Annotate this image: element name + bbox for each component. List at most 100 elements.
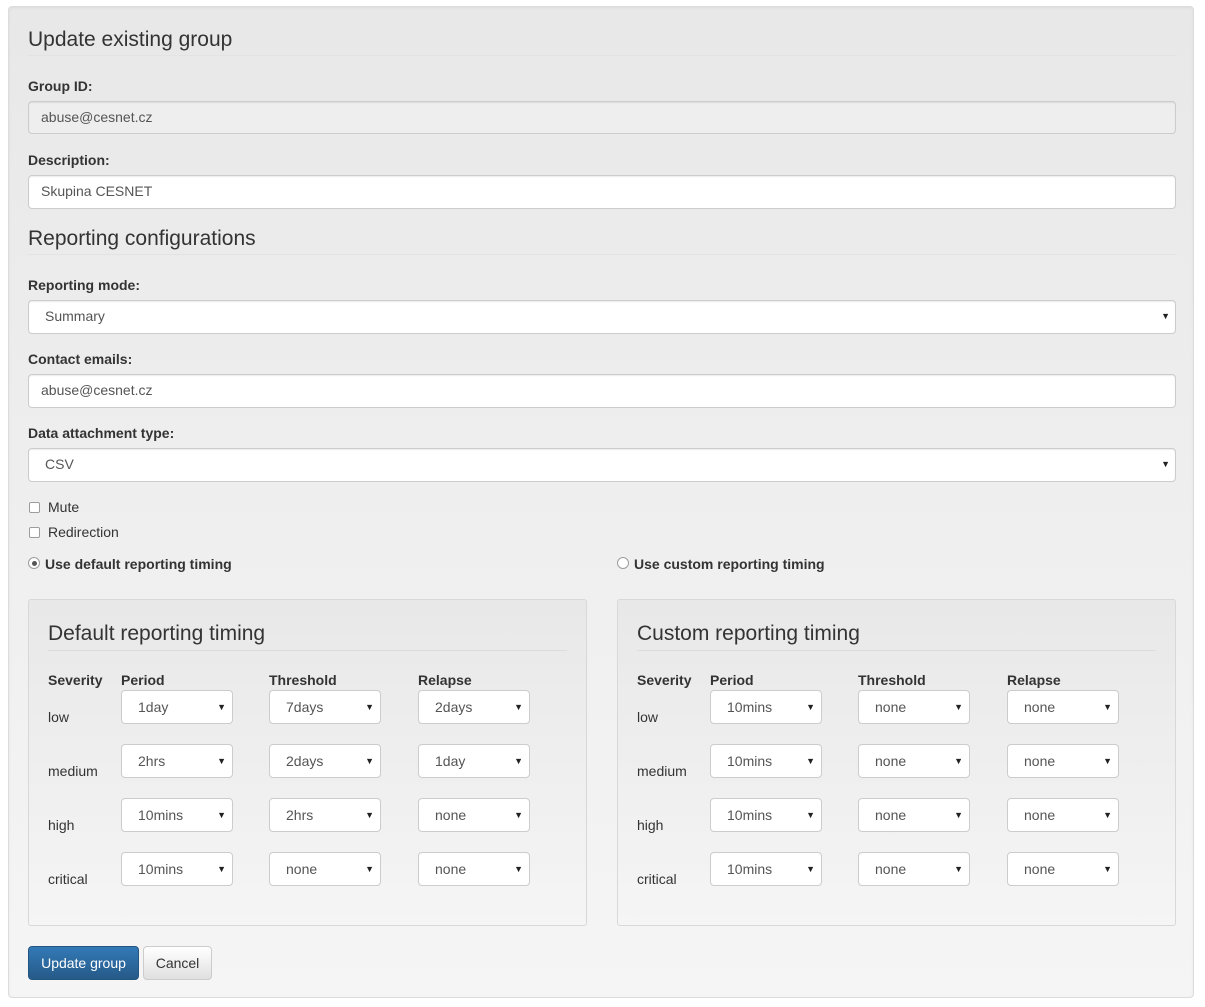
default-threshold-value: 2days bbox=[286, 753, 324, 769]
custom-period-select-low[interactable]: 10mins ▼ bbox=[710, 690, 822, 724]
default-relapse-select-medium[interactable]: 1day ▼ bbox=[418, 744, 530, 778]
custom-timing-radio[interactable] bbox=[617, 557, 629, 569]
custom-relapse-value: none bbox=[1024, 699, 1056, 715]
custom-threshold-select-low[interactable]: none ▼ bbox=[858, 690, 970, 724]
default-threshold-value: 2hrs bbox=[286, 807, 314, 823]
caret-down-icon: ▼ bbox=[1103, 864, 1112, 874]
caret-down-icon: ▼ bbox=[217, 864, 226, 874]
default-timing-title: Default reporting timing bbox=[48, 622, 266, 645]
caret-down-icon: ▼ bbox=[954, 864, 963, 874]
custom-relapse-value: none bbox=[1024, 861, 1056, 877]
custom-relapse-value: none bbox=[1024, 807, 1056, 823]
page-title: Update existing group bbox=[28, 28, 233, 51]
caret-down-icon: ▼ bbox=[806, 864, 815, 874]
custom-severity-critical: critical bbox=[637, 871, 677, 887]
default-threshold-select-low[interactable]: 7days ▼ bbox=[269, 690, 381, 724]
caret-down-icon: ▼ bbox=[806, 756, 815, 766]
custom-period-select-critical[interactable]: 10mins ▼ bbox=[710, 852, 822, 886]
redirection-label: Redirection bbox=[48, 524, 119, 540]
title-divider bbox=[28, 55, 1176, 56]
caret-down-icon: ▼ bbox=[365, 810, 374, 820]
custom-threshold-select-critical[interactable]: none ▼ bbox=[858, 852, 970, 886]
custom-period-select-medium[interactable]: 10mins ▼ bbox=[710, 744, 822, 778]
custom-threshold-select-medium[interactable]: none ▼ bbox=[858, 744, 970, 778]
reporting-mode-value: Summary bbox=[45, 308, 105, 324]
redirection-checkbox[interactable] bbox=[29, 527, 40, 538]
caret-down-icon: ▼ bbox=[1161, 459, 1170, 469]
custom-relapse-select-high[interactable]: none ▼ bbox=[1007, 798, 1119, 832]
contact-emails-field[interactable]: abuse@cesnet.cz bbox=[28, 374, 1176, 408]
default-relapse-select-high[interactable]: none ▼ bbox=[418, 798, 530, 832]
default-relapse-value: 1day bbox=[435, 753, 466, 769]
attachment-type-select[interactable]: CSV ▼ bbox=[28, 448, 1176, 482]
caret-down-icon: ▼ bbox=[806, 810, 815, 820]
default-threshold-select-medium[interactable]: 2days ▼ bbox=[269, 744, 381, 778]
reporting-mode-label: Reporting mode: bbox=[28, 277, 140, 293]
custom-relapse-select-medium[interactable]: none ▼ bbox=[1007, 744, 1119, 778]
group-id-label: Group ID: bbox=[28, 78, 93, 94]
caret-down-icon: ▼ bbox=[217, 756, 226, 766]
default-severity-low: low bbox=[48, 709, 70, 725]
default-period-select-low[interactable]: 1day ▼ bbox=[121, 690, 233, 724]
custom-relapse-header: Relapse bbox=[1007, 672, 1061, 688]
default-timing-radio[interactable] bbox=[28, 557, 40, 569]
reporting-title: Reporting configurations bbox=[28, 227, 256, 250]
default-relapse-value: 2days bbox=[435, 699, 473, 715]
default-period-value: 10mins bbox=[138, 807, 184, 823]
attachment-type-label: Data attachment type: bbox=[28, 425, 175, 441]
custom-period-value: 10mins bbox=[727, 861, 773, 877]
custom-timing-title: Custom reporting timing bbox=[637, 622, 860, 645]
default-relapse-select-critical[interactable]: none ▼ bbox=[418, 852, 530, 886]
caret-down-icon: ▼ bbox=[365, 702, 374, 712]
default-period-header: Period bbox=[121, 672, 165, 688]
default-threshold-value: 7days bbox=[286, 699, 324, 715]
default-severity-medium: medium bbox=[48, 763, 98, 779]
custom-severity-medium: medium bbox=[637, 763, 687, 779]
default-severity-high: high bbox=[48, 817, 75, 833]
custom-period-header: Period bbox=[710, 672, 754, 688]
default-threshold-select-high[interactable]: 2hrs ▼ bbox=[269, 798, 381, 832]
reporting-mode-select[interactable]: Summary ▼ bbox=[28, 300, 1176, 334]
attachment-type-value: CSV bbox=[45, 456, 74, 472]
mute-checkbox[interactable] bbox=[29, 502, 40, 513]
contact-emails-label: Contact emails: bbox=[28, 351, 133, 367]
custom-severity-low: low bbox=[637, 709, 659, 725]
caret-down-icon: ▼ bbox=[514, 756, 523, 766]
default-period-select-medium[interactable]: 2hrs ▼ bbox=[121, 744, 233, 778]
custom-period-value: 10mins bbox=[727, 807, 773, 823]
default-threshold-header: Threshold bbox=[269, 672, 337, 688]
default-period-value: 10mins bbox=[138, 861, 184, 877]
caret-down-icon: ▼ bbox=[954, 810, 963, 820]
default-period-select-high[interactable]: 10mins ▼ bbox=[121, 798, 233, 832]
custom-timing-radio-label: Use custom reporting timing bbox=[634, 556, 825, 572]
custom-period-value: 10mins bbox=[727, 699, 773, 715]
default-threshold-value: none bbox=[286, 861, 318, 877]
custom-relapse-select-low[interactable]: none ▼ bbox=[1007, 690, 1119, 724]
group-id-field[interactable]: abuse@cesnet.cz bbox=[28, 101, 1176, 134]
custom-threshold-select-high[interactable]: none ▼ bbox=[858, 798, 970, 832]
caret-down-icon: ▼ bbox=[1103, 756, 1112, 766]
custom-period-select-high[interactable]: 10mins ▼ bbox=[710, 798, 822, 832]
caret-down-icon: ▼ bbox=[514, 864, 523, 874]
update-group-button[interactable]: Update group bbox=[28, 946, 139, 980]
caret-down-icon: ▼ bbox=[365, 864, 374, 874]
default-timing-divider bbox=[48, 650, 567, 651]
caret-down-icon: ▼ bbox=[954, 702, 963, 712]
description-field[interactable]: Skupina CESNET bbox=[28, 175, 1176, 209]
custom-severity-high: high bbox=[637, 817, 664, 833]
default-period-select-critical[interactable]: 10mins ▼ bbox=[121, 852, 233, 886]
cancel-button[interactable]: Cancel bbox=[143, 946, 212, 980]
default-relapse-select-low[interactable]: 2days ▼ bbox=[418, 690, 530, 724]
custom-period-value: 10mins bbox=[727, 753, 773, 769]
default-relapse-value: none bbox=[435, 807, 467, 823]
caret-down-icon: ▼ bbox=[1161, 311, 1170, 321]
caret-down-icon: ▼ bbox=[217, 810, 226, 820]
default-period-value: 2hrs bbox=[138, 753, 166, 769]
custom-relapse-select-critical[interactable]: none ▼ bbox=[1007, 852, 1119, 886]
custom-threshold-header: Threshold bbox=[858, 672, 926, 688]
caret-down-icon: ▼ bbox=[514, 810, 523, 820]
custom-relapse-value: none bbox=[1024, 753, 1056, 769]
default-threshold-select-critical[interactable]: none ▼ bbox=[269, 852, 381, 886]
custom-severity-header: Severity bbox=[637, 672, 692, 688]
custom-threshold-value: none bbox=[875, 753, 907, 769]
